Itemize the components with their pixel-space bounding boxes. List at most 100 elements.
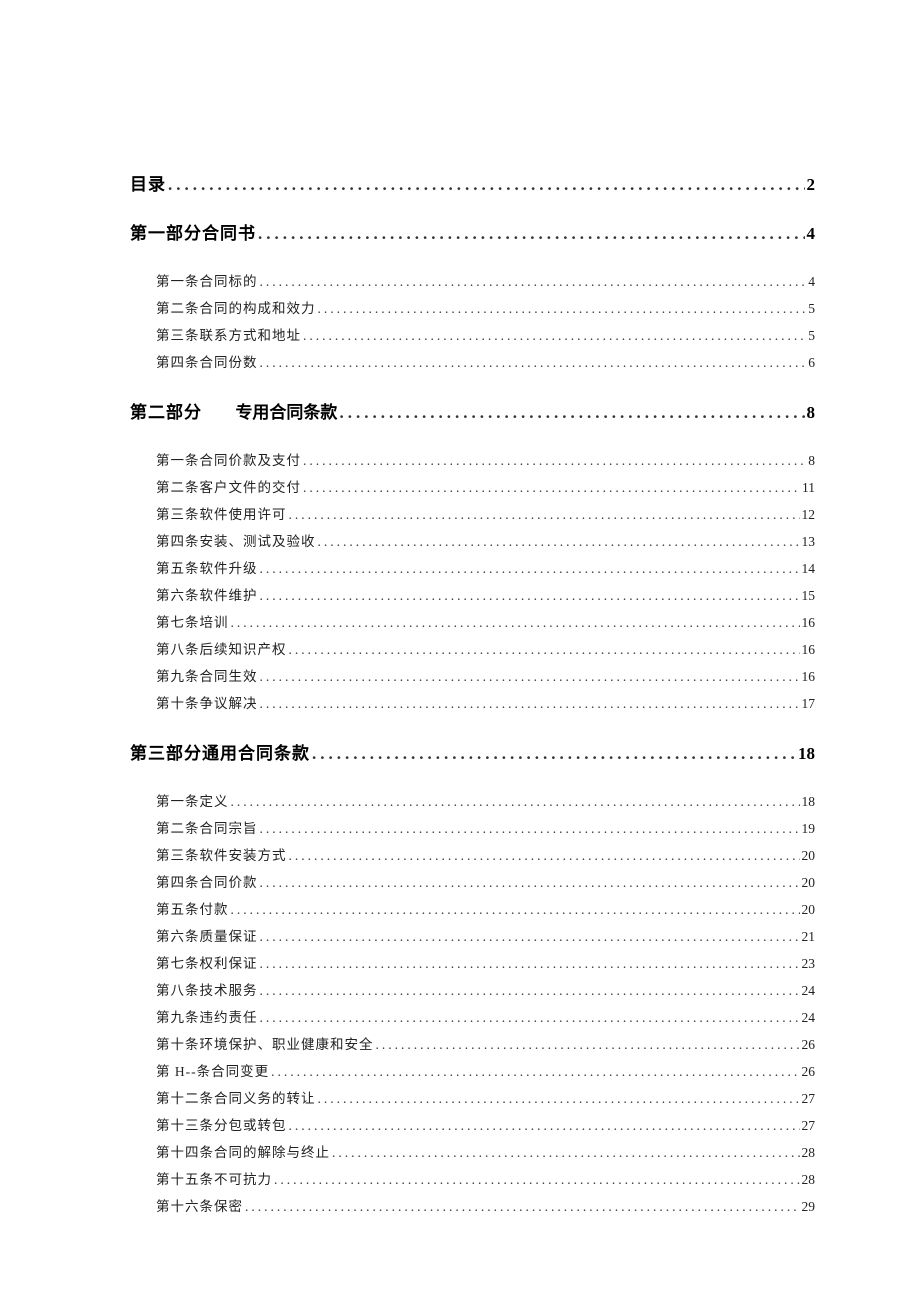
toc-leader-dots: ........................................… <box>258 555 800 582</box>
toc-label: 第七条培训 <box>156 609 229 636</box>
toc-page-number: 28 <box>800 1166 816 1193</box>
toc-heading-2: 第一条合同标的.................................… <box>130 268 815 295</box>
toc-heading-2: 第 H--条合同变更..............................… <box>130 1058 815 1085</box>
toc-page-number: 27 <box>800 1112 816 1139</box>
toc-heading-2: 第一条定义...................................… <box>130 788 815 815</box>
toc-heading-2: 第三条联系方式和地址..............................… <box>130 322 815 349</box>
toc-heading-2: 第七条权利保证.................................… <box>130 950 815 977</box>
toc-heading-2: 第九条合同生效.................................… <box>130 663 815 690</box>
toc-heading-1: 目录......................................… <box>130 170 815 195</box>
toc-leader-dots: ........................................… <box>256 224 805 244</box>
toc-heading-2: 第八条后续知识产权...............................… <box>130 636 815 663</box>
toc-heading-2: 第二条合同的构成和效力.............................… <box>130 295 815 322</box>
toc-label: 第一条合同价款及支付 <box>156 447 301 474</box>
toc-leader-dots: ........................................… <box>269 1058 799 1085</box>
toc-page-number: 4 <box>806 268 815 295</box>
toc-label: 第十六条保密 <box>156 1193 243 1220</box>
toc-leader-dots: ........................................… <box>316 528 800 555</box>
toc-label: 第七条权利保证 <box>156 950 258 977</box>
toc-page-number: 17 <box>800 690 816 717</box>
toc-label: 第二部分 <box>130 398 202 423</box>
toc-label: 第五条软件升级 <box>156 555 258 582</box>
toc-page-number: 26 <box>800 1031 816 1058</box>
toc-label: 第六条软件维护 <box>156 582 258 609</box>
toc-leader-dots: ........................................… <box>287 636 800 663</box>
toc-heading-2: 第三条软件安装方式...............................… <box>130 842 815 869</box>
toc-page-number: 18 <box>800 788 816 815</box>
toc-label: 第十条环境保护、职业健康和安全 <box>156 1031 374 1058</box>
toc-label: 第六条质量保证 <box>156 923 258 950</box>
toc-leader-dots: ........................................… <box>287 1112 800 1139</box>
toc-heading-2: 第六条软件维护.................................… <box>130 582 815 609</box>
toc-leader-dots: ........................................… <box>316 295 807 322</box>
toc-heading-2: 第十五条不可抗力................................… <box>130 1166 815 1193</box>
toc-group: 第一部分合同书.................................… <box>130 219 815 376</box>
toc-leader-dots: ........................................… <box>243 1193 800 1220</box>
toc-heading-2: 第十三条分包或转包...............................… <box>130 1112 815 1139</box>
toc-page-number: 29 <box>800 1193 816 1220</box>
toc-page-number: 16 <box>800 663 816 690</box>
toc-page-number: 26 <box>800 1058 816 1085</box>
toc-page-number: 16 <box>800 609 816 636</box>
toc-page-number: 6 <box>806 349 815 376</box>
toc-label: 第四条安装、测试及验收 <box>156 528 316 555</box>
toc-page-number: 15 <box>800 582 816 609</box>
toc-heading-2: 第十六条保密..................................… <box>130 1193 815 1220</box>
toc-label: 第三条联系方式和地址 <box>156 322 301 349</box>
toc-leader-dots: ........................................… <box>258 663 800 690</box>
toc-heading-2: 第九条违约责任.................................… <box>130 1004 815 1031</box>
toc-leader-dots: ........................................… <box>258 977 800 1004</box>
toc-label: 第九条违约责任 <box>156 1004 258 1031</box>
toc-leader-dots: ........................................… <box>337 403 804 423</box>
toc-page-number: 21 <box>800 923 816 950</box>
toc-page-number: 23 <box>800 950 816 977</box>
toc-page-number: 4 <box>805 224 816 244</box>
toc-label: 第五条付款 <box>156 896 229 923</box>
toc-page-number: 18 <box>796 744 815 764</box>
toc-label: 第三部分通用合同条款 <box>130 739 310 764</box>
toc-page-number: 13 <box>800 528 816 555</box>
toc-label: 第二条合同的构成和效力 <box>156 295 316 322</box>
toc-group: 第二部分专用合同条款..............................… <box>130 398 815 717</box>
toc-leader-dots: ........................................… <box>258 1004 800 1031</box>
toc-heading-2: 第十四条合同的解除与终止............................… <box>130 1139 815 1166</box>
toc-heading-2: 第五条软件升级.................................… <box>130 555 815 582</box>
toc-label: 第三条软件使用许可 <box>156 501 287 528</box>
toc-page-number: 27 <box>800 1085 816 1112</box>
toc-group: 第三部分通用合同条款..............................… <box>130 739 815 1220</box>
toc-page-number: 20 <box>800 896 816 923</box>
toc-leader-dots: ........................................… <box>287 842 800 869</box>
toc-page-number: 11 <box>800 474 815 501</box>
toc-label: 第四条合同份数 <box>156 349 258 376</box>
toc-label: 第十二条合同义务的转让 <box>156 1085 316 1112</box>
toc-leader-dots: ........................................… <box>258 582 800 609</box>
toc-label: 第 H--条合同变更 <box>156 1058 269 1085</box>
toc-heading-2: 第十二条合同义务的转让.............................… <box>130 1085 815 1112</box>
toc-label: 第四条合同价款 <box>156 869 258 896</box>
toc-leader-dots: ........................................… <box>272 1166 800 1193</box>
toc-leader-dots: ........................................… <box>287 501 800 528</box>
toc-leader-dots: ........................................… <box>310 744 796 764</box>
toc-label: 第九条合同生效 <box>156 663 258 690</box>
toc-label: 第二条合同宗旨 <box>156 815 258 842</box>
toc-label: 第一条定义 <box>156 788 229 815</box>
toc-heading-1: 第二部分专用合同条款..............................… <box>130 398 815 423</box>
toc-page-number: 16 <box>800 636 816 663</box>
toc-page-number: 14 <box>800 555 816 582</box>
toc-heading-2: 第八条技术服务.................................… <box>130 977 815 1004</box>
toc-page-number: 20 <box>800 842 816 869</box>
toc-label: 第二条客户文件的交付 <box>156 474 301 501</box>
toc-leader-dots: ........................................… <box>330 1139 800 1166</box>
toc-heading-2: 第一条合同价款及支付..............................… <box>130 447 815 474</box>
toc-leader-dots: ........................................… <box>258 950 800 977</box>
toc-leader-dots: ........................................… <box>229 609 800 636</box>
toc-page-number: 24 <box>800 1004 816 1031</box>
toc-heading-2: 第五条付款...................................… <box>130 896 815 923</box>
toc-label: 第八条后续知识产权 <box>156 636 287 663</box>
toc-label: 第八条技术服务 <box>156 977 258 1004</box>
toc-leader-dots: ........................................… <box>166 175 805 195</box>
toc-heading-1: 第三部分通用合同条款..............................… <box>130 739 815 764</box>
toc-leader-dots: ........................................… <box>301 474 800 501</box>
toc-label: 第三条软件安装方式 <box>156 842 287 869</box>
toc-heading-2: 第十条争议解决.................................… <box>130 690 815 717</box>
